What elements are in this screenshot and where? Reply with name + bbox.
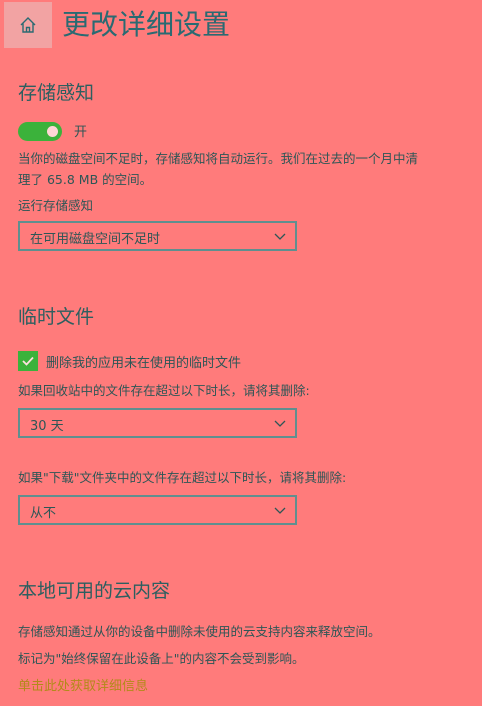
downloads-label: 如果"下载"文件夹中的文件存在超过以下时长，请将其删除: xyxy=(18,470,347,485)
run-storage-sense-value: 在可用磁盘空间不足时 xyxy=(30,232,161,247)
cloud-description-line2: 标记为"始终保留在此设备上"的内容不会受到影响。 xyxy=(18,651,305,666)
delete-temp-files-checkbox[interactable] xyxy=(18,351,38,371)
toggle-knob xyxy=(47,126,58,137)
cloud-description-line1: 存储感知通过从你的设备中删除未使用的云支持内容来释放空间。 xyxy=(18,624,381,639)
delete-temp-files-label: 删除我的应用未在使用的临时文件 xyxy=(46,356,242,371)
page-title: 更改详细设置 xyxy=(62,8,231,41)
chevron-down-icon xyxy=(274,233,286,240)
recycle-bin-dropdown[interactable]: 30 天 xyxy=(18,408,297,438)
recycle-bin-value: 30 天 xyxy=(30,419,64,434)
chevron-down-icon xyxy=(274,507,286,514)
storage-sense-toggle[interactable] xyxy=(18,122,62,141)
storage-sense-title: 存储感知 xyxy=(18,82,95,104)
chevron-down-icon xyxy=(274,420,286,427)
home-icon xyxy=(20,17,36,33)
cloud-content-title: 本地可用的云内容 xyxy=(18,580,171,602)
temp-files-title: 临时文件 xyxy=(18,306,95,328)
more-info-link[interactable]: 单击此处获取详细信息 xyxy=(18,675,148,694)
run-storage-sense-label: 运行存储感知 xyxy=(18,198,94,213)
toggle-state-label: 开 xyxy=(74,125,88,140)
storage-sense-description-line1: 当你的磁盘空间不足时，存储感知将自动运行。我们在过去的一个月中清 xyxy=(18,151,419,166)
run-storage-sense-dropdown[interactable]: 在可用磁盘空间不足时 xyxy=(18,221,297,251)
checkmark-icon xyxy=(22,356,34,366)
storage-sense-description-line2: 理了 65.8 MB 的空间。 xyxy=(18,172,153,187)
home-button[interactable] xyxy=(4,2,52,48)
downloads-dropdown[interactable]: 从不 xyxy=(18,495,297,525)
recycle-bin-label: 如果回收站中的文件存在超过以下时长，请将其删除: xyxy=(18,383,310,398)
downloads-value: 从不 xyxy=(30,506,57,521)
